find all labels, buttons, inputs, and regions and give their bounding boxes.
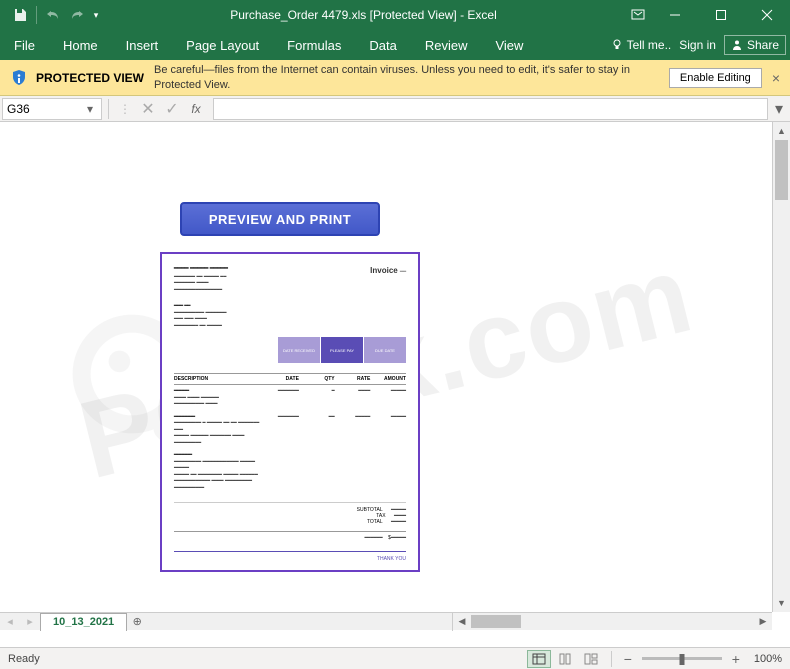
invoice-thumbnail[interactable]: ━━━━ ━━━━━ ━━━━━ ━━━━━━━ ━━ ━━━━━ ━━ ━━━… (160, 252, 420, 572)
tab-file[interactable]: File (0, 30, 49, 60)
scroll-left-icon[interactable]: ◀ (453, 613, 471, 630)
invoice-bill-to: ━━━ ━━ ━━━━━━━━━━ ━━━━━━━ ━━━ ━━━ ━━━━ ━… (174, 303, 406, 329)
scroll-up-icon[interactable]: ▲ (773, 122, 790, 140)
zoom-slider-thumb[interactable] (679, 654, 684, 665)
minimize-button[interactable] (652, 0, 698, 30)
tab-formulas[interactable]: Formulas (273, 30, 355, 60)
lightbulb-icon (611, 39, 623, 51)
name-box[interactable]: G36 ▾ (2, 98, 102, 120)
ribbon-tabs: File Home Insert Page Layout Formulas Da… (0, 30, 790, 60)
qat-customize-icon[interactable]: ▾ (89, 3, 103, 27)
scroll-right-icon[interactable]: ▶ (754, 613, 772, 630)
page-break-view-icon[interactable] (579, 650, 603, 668)
zoom-out-button[interactable]: − (620, 651, 636, 667)
window-controls (652, 0, 790, 30)
invoice-title: Invoice ━━ (370, 266, 406, 293)
formula-input[interactable] (213, 98, 768, 120)
sheet-tabs: ◂ ▸ 10_13_2021 ⊕ (0, 612, 453, 630)
sheet-tab-active[interactable]: 10_13_2021 (40, 613, 127, 631)
window-title: Purchase_Order 4479.xls [Protected View]… (103, 8, 624, 22)
enter-formula-icon[interactable]: ✓ (161, 98, 183, 120)
status-bar: Ready − + 100% (0, 647, 790, 669)
protected-view-close-icon[interactable]: × (772, 70, 780, 86)
sheet-nav-next-icon[interactable]: ▸ (20, 615, 40, 628)
enable-editing-button[interactable]: Enable Editing (669, 68, 762, 88)
tab-data[interactable]: Data (355, 30, 410, 60)
tell-me-search[interactable]: Tell me.. (611, 38, 672, 52)
horizontal-scroll-thumb[interactable] (471, 615, 521, 628)
invoice-thanks: THANK YOU (174, 551, 406, 562)
horizontal-scrollbar[interactable]: ◀ ▶ (453, 612, 772, 630)
zoom-in-button[interactable]: + (728, 651, 744, 667)
cancel-formula-icon[interactable]: ✕ (137, 98, 159, 120)
undo-icon[interactable] (41, 3, 65, 27)
protected-view-title: PROTECTED VIEW (36, 71, 144, 85)
tab-review[interactable]: Review (411, 30, 482, 60)
quick-access-toolbar: ▾ (0, 3, 103, 27)
tab-page-layout[interactable]: Page Layout (172, 30, 273, 60)
share-icon (731, 39, 743, 51)
invoice-totals: SUBTOTAL ━━━━━ TAX ━━━━ TOTAL ━━━━━ ━━━━… (174, 502, 406, 541)
tab-insert[interactable]: Insert (112, 30, 173, 60)
expand-formula-bar-icon[interactable]: ▾ (770, 99, 788, 119)
formula-functions-icon[interactable]: ⋮ (115, 102, 135, 116)
zoom-percentage[interactable]: 100% (754, 653, 782, 665)
vertical-scrollbar[interactable]: ▲ ▼ (772, 122, 790, 612)
vertical-scroll-thumb[interactable] (775, 140, 788, 200)
zoom-slider[interactable] (642, 657, 722, 660)
formula-bar: G36 ▾ ⋮ ✕ ✓ fx ▾ (0, 96, 790, 122)
protected-view-bar: PROTECTED VIEW Be careful—files from the… (0, 60, 790, 96)
spreadsheet-area: PCrisk.com PREVIEW AND PRINT ━━━━ ━━━━━ … (0, 122, 790, 630)
sheet-nav-prev-icon[interactable]: ◂ (0, 615, 20, 628)
preview-and-print-button[interactable]: PREVIEW AND PRINT (180, 202, 380, 236)
protected-view-message: Be careful—files from the Internet can c… (154, 63, 669, 92)
redo-icon[interactable] (65, 3, 89, 27)
close-button[interactable] (744, 0, 790, 30)
status-ready: Ready (8, 653, 40, 665)
invoice-line-items: DESCRIPTION DATE QTY RATE AMOUNT ━━━━━━━… (174, 373, 406, 494)
scroll-down-icon[interactable]: ▼ (773, 594, 790, 612)
sign-in-link[interactable]: Sign in (679, 38, 716, 52)
invoice-summary-boxes: DATE RECEIVED PLEASE PAY DUE DATE (174, 337, 406, 363)
shield-icon (10, 69, 28, 87)
tab-view[interactable]: View (481, 30, 537, 60)
share-button[interactable]: Share (724, 35, 786, 55)
add-sheet-icon[interactable]: ⊕ (127, 615, 147, 628)
tab-home[interactable]: Home (49, 30, 112, 60)
ribbon-display-options-icon[interactable] (624, 0, 652, 30)
insert-function-icon[interactable]: fx (185, 98, 207, 120)
invoice-company-block: ━━━━ ━━━━━ ━━━━━ ━━━━━━━ ━━ ━━━━━ ━━ ━━━… (174, 266, 228, 293)
title-bar: ▾ Purchase_Order 4479.xls [Protected Vie… (0, 0, 790, 30)
name-box-dropdown-icon[interactable]: ▾ (83, 102, 97, 116)
page-layout-view-icon[interactable] (553, 650, 577, 668)
normal-view-icon[interactable] (527, 650, 551, 668)
spreadsheet-grid[interactable]: PCrisk.com PREVIEW AND PRINT ━━━━ ━━━━━ … (0, 122, 772, 612)
maximize-button[interactable] (698, 0, 744, 30)
save-icon[interactable] (8, 3, 32, 27)
